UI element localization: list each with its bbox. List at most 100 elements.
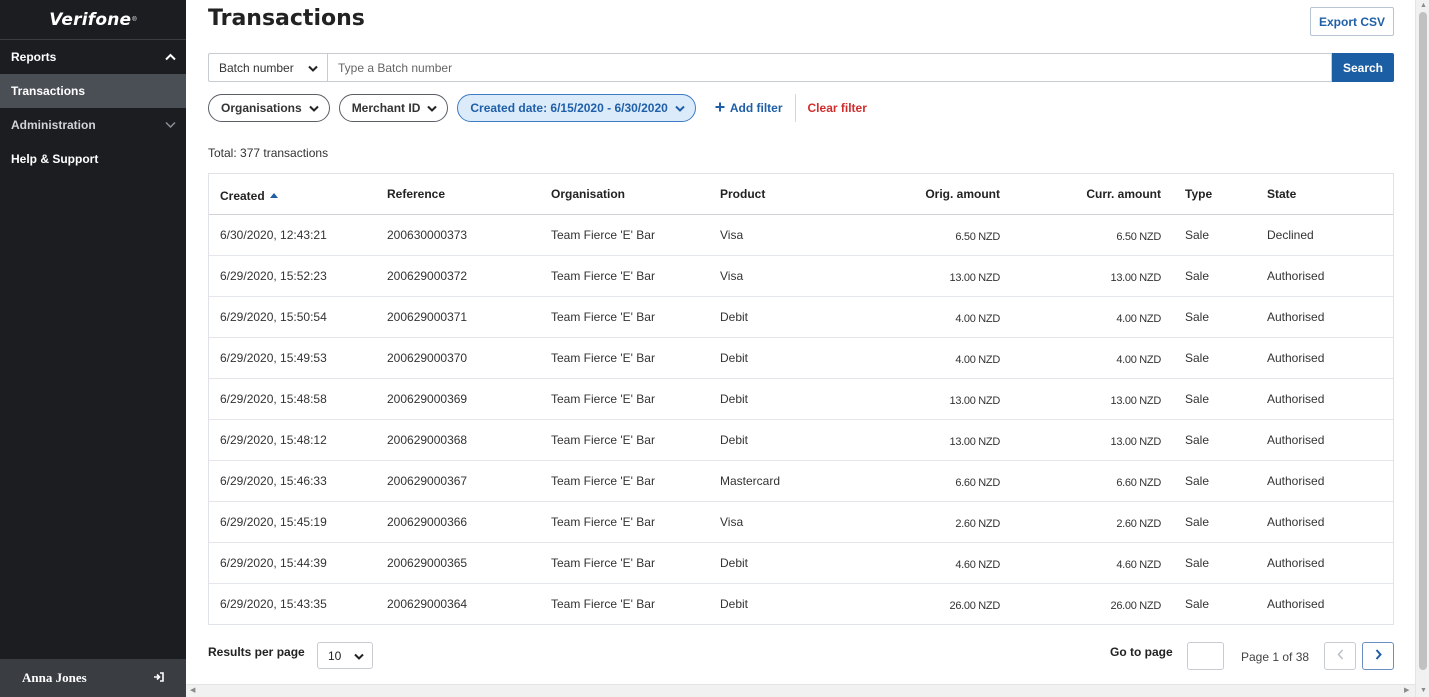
cell-created: 6/29/2020, 15:43:35	[220, 597, 327, 611]
table-row[interactable]: 6/29/2020, 15:48:58 200629000369 Team Fier…	[209, 379, 1393, 420]
cell-organisation: Team Fierce 'E' Bar	[551, 269, 655, 283]
vertical-scrollbar-thumb[interactable]	[1419, 12, 1427, 670]
cell-organisation: Team Fierce 'E' Bar	[551, 228, 655, 242]
sidebar-item-reports[interactable]: Reports	[0, 40, 186, 74]
next-page-button[interactable]	[1362, 642, 1394, 670]
search-bar: Batch number Search	[208, 53, 1394, 82]
total-count: Total: 377 transactions	[208, 146, 329, 160]
sidebar-item-administration[interactable]: Administration	[0, 108, 186, 142]
add-filter-label: Add filter	[729, 101, 783, 115]
scroll-right-arrow-icon[interactable]: ▶	[1404, 686, 1409, 696]
user-name[interactable]: Anna Jones	[22, 670, 87, 686]
column-header-reference[interactable]: Reference	[387, 174, 445, 215]
vertical-scrollbar[interactable]: ▲ ▼	[1415, 0, 1429, 697]
transactions-table: Created Reference Organisation Product O…	[208, 173, 1394, 625]
main-content: Transactions Export CSV Batch number Sea…	[186, 0, 1415, 697]
page-title: Transactions	[208, 6, 365, 31]
search-button[interactable]: Search	[1332, 53, 1394, 82]
chevron-down-icon	[308, 61, 318, 75]
search-field-select-value: Batch number	[219, 60, 294, 75]
cell-orig-amount: 13.00 NZD	[949, 395, 1001, 407]
cell-curr-amount: 13.00 NZD	[1110, 272, 1162, 284]
cell-product: Debit	[720, 310, 749, 324]
add-filter-button[interactable]: Add filter	[705, 94, 796, 122]
cell-type: Sale	[1185, 392, 1210, 406]
table-row[interactable]: 6/29/2020, 15:48:12 200629000368 Team Fier…	[209, 420, 1393, 461]
cell-state: Authorised	[1267, 474, 1325, 488]
sidebar-item-label: Transactions	[11, 84, 86, 98]
clear-filter-button[interactable]: Clear filter	[796, 101, 867, 115]
column-header-type[interactable]: Type	[1185, 174, 1212, 215]
filter-label: Organisations	[221, 101, 302, 115]
cell-created: 6/29/2020, 15:49:53	[220, 351, 327, 365]
search-input[interactable]	[327, 53, 1332, 82]
table-row[interactable]: 6/29/2020, 15:49:53 200629000370 Team Fier…	[209, 338, 1393, 379]
table-row[interactable]: 6/29/2020, 15:50:54 200629000371 Team Fier…	[209, 297, 1393, 338]
cell-state: Authorised	[1267, 269, 1325, 283]
cell-curr-amount: 6.50 NZD	[1116, 231, 1161, 243]
scroll-left-arrow-icon[interactable]: ◀	[190, 686, 195, 696]
cell-reference: 200629000371	[387, 310, 468, 324]
column-header-organisation[interactable]: Organisation	[551, 174, 625, 215]
column-header-created[interactable]: Created	[220, 174, 278, 215]
cell-organisation: Team Fierce 'E' Bar	[551, 392, 655, 406]
sidebar-item-label: Administration	[11, 118, 96, 132]
results-per-page-select[interactable]: 10	[317, 642, 373, 669]
cell-organisation: Team Fierce 'E' Bar	[551, 474, 655, 488]
results-per-page-value: 10	[328, 648, 342, 663]
scroll-up-arrow-icon[interactable]: ▲	[1420, 1, 1427, 11]
chevron-right-icon	[1375, 649, 1382, 663]
cell-reference: 200629000365	[387, 556, 468, 570]
cell-reference: 200630000373	[387, 228, 468, 242]
column-header-product[interactable]: Product	[720, 174, 765, 215]
cell-orig-amount: 4.00 NZD	[955, 313, 1000, 325]
cell-orig-amount: 13.00 NZD	[949, 272, 1001, 284]
cell-reference: 200629000367	[387, 474, 468, 488]
logout-icon[interactable]	[153, 671, 164, 685]
brand-logo[interactable]: Verifone ®	[0, 0, 186, 40]
cell-orig-amount: 2.60 NZD	[955, 518, 1000, 530]
cell-organisation: Team Fierce 'E' Bar	[551, 433, 655, 447]
cell-type: Sale	[1185, 310, 1210, 324]
cell-product: Visa	[720, 269, 744, 283]
table-row[interactable]: 6/29/2020, 15:52:23 200629000372 Team Fier…	[209, 256, 1393, 297]
table-row[interactable]: 6/29/2020, 15:46:33 200629000367 Team Fier…	[209, 461, 1393, 502]
column-header-curr-amount[interactable]: Curr. amount	[1086, 174, 1161, 215]
filter-organisations[interactable]: Organisations	[208, 94, 330, 122]
table-row[interactable]: 6/30/2020, 12:43:21 200630000373 Team Fier…	[209, 215, 1393, 256]
cell-curr-amount: 26.00 NZD	[1110, 600, 1162, 612]
scroll-down-arrow-icon[interactable]: ▼	[1420, 686, 1427, 696]
sidebar-item-help-support[interactable]: Help & Support	[0, 142, 186, 176]
cell-created: 6/29/2020, 15:50:54	[220, 310, 327, 324]
chevron-down-icon	[675, 101, 685, 115]
cell-organisation: Team Fierce 'E' Bar	[551, 597, 655, 611]
horizontal-scrollbar[interactable]: ◀ ▶	[186, 684, 1415, 697]
filter-created-date[interactable]: Created date: 6/15/2020 - 6/30/2020	[457, 94, 696, 122]
search-field-select[interactable]: Batch number	[208, 53, 327, 82]
filter-merchant-id[interactable]: Merchant ID	[338, 94, 449, 122]
sidebar: Verifone ® Reports Transactions Administr…	[0, 0, 186, 697]
cell-reference: 200629000364	[387, 597, 468, 611]
cell-reference: 200629000366	[387, 515, 468, 529]
cell-product: Debit	[720, 433, 749, 447]
cell-state: Authorised	[1267, 597, 1325, 611]
table-row[interactable]: 6/29/2020, 15:45:19 200629000366 Team Fier…	[209, 502, 1393, 543]
table-row[interactable]: 6/29/2020, 15:43:35 200629000364 Team Fier…	[209, 584, 1393, 625]
cell-product: Visa	[720, 228, 744, 242]
sidebar-item-transactions[interactable]: Transactions	[0, 74, 186, 108]
column-header-state[interactable]: State	[1267, 174, 1296, 215]
go-to-page-input[interactable]	[1187, 642, 1224, 670]
cell-state: Authorised	[1267, 310, 1325, 324]
table-header-row: Created Reference Organisation Product O…	[209, 174, 1393, 215]
previous-page-button[interactable]	[1324, 642, 1356, 670]
column-header-orig-amount[interactable]: Orig. amount	[925, 174, 1000, 215]
page-info: Page 1 of 38	[1241, 650, 1310, 664]
cell-type: Sale	[1185, 597, 1210, 611]
sidebar-item-label: Reports	[11, 50, 57, 64]
cell-product: Debit	[720, 556, 749, 570]
table-row[interactable]: 6/29/2020, 15:44:39 200629000365 Team Fier…	[209, 543, 1393, 584]
filter-label: Merchant ID	[351, 101, 421, 115]
export-csv-button[interactable]: Export CSV	[1310, 7, 1394, 36]
cell-created: 6/29/2020, 15:52:23	[220, 269, 327, 283]
cell-type: Sale	[1185, 556, 1210, 570]
